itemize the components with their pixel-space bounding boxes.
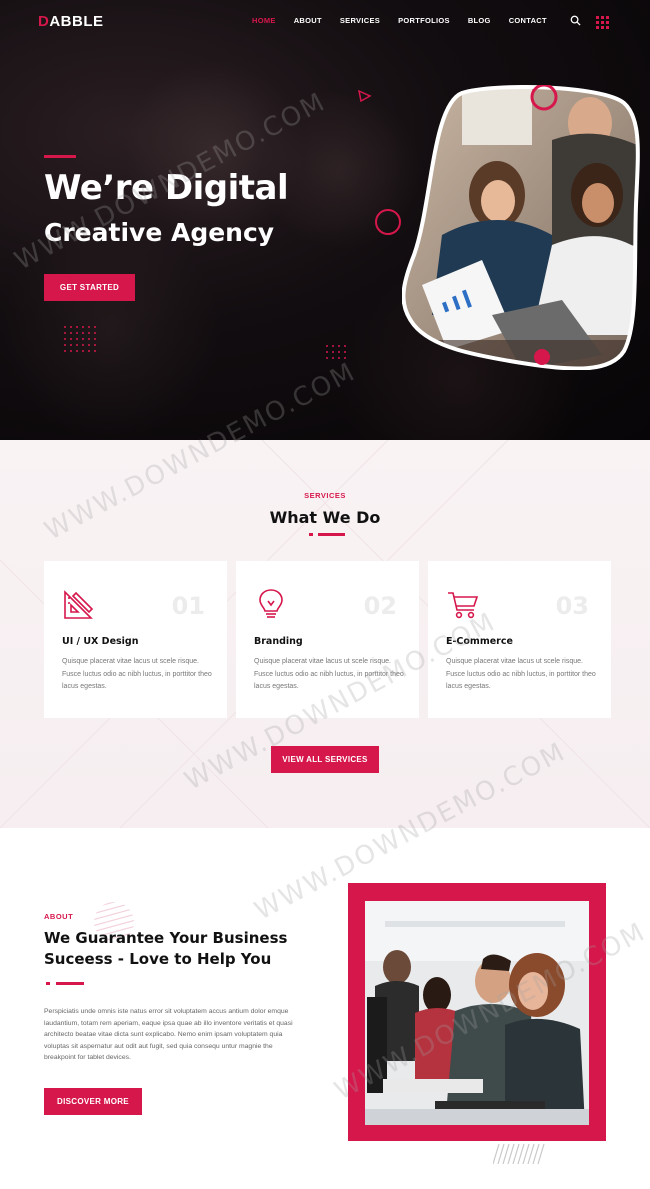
- search-icon[interactable]: [570, 15, 581, 26]
- service-card[interactable]: 03 E-Commerce Quisque placerat vitae lac…: [428, 561, 611, 718]
- nav-item-portfolios[interactable]: PORTFOLIOS: [398, 16, 450, 25]
- discover-more-button[interactable]: DISCOVER MORE: [44, 1088, 142, 1115]
- hero-subtitle: Creative Agency: [44, 218, 275, 247]
- hero-team-photo: [402, 85, 640, 370]
- card-title: E-Commerce: [446, 636, 513, 647]
- shopping-cart-icon: [448, 592, 479, 619]
- view-all-services-button[interactable]: VIEW ALL SERVICES: [271, 746, 379, 773]
- design-tools-icon: [64, 590, 94, 619]
- nav-item-contact[interactable]: CONTACT: [509, 16, 547, 25]
- service-card[interactable]: 02 Branding Quisque placerat vitae lacus…: [236, 561, 419, 718]
- nav-item-home[interactable]: HOME: [252, 16, 276, 25]
- top-navbar: DABBLE HOME ABOUT SERVICES PORTFOLIOS BL…: [0, 0, 650, 44]
- title-underline-dot: [309, 533, 313, 536]
- about-paragraph: Perspiciatis unde omnis iste natus error…: [44, 1008, 293, 1061]
- hero-section: DABBLE HOME ABOUT SERVICES PORTFOLIOS BL…: [0, 0, 650, 440]
- card-description: Quisque placerat vitae lacus ut scele ri…: [254, 658, 404, 690]
- title-underline: [56, 982, 84, 985]
- dot-grid-decoration: [64, 326, 96, 352]
- main-menu: HOME ABOUT SERVICES PORTFOLIOS BLOG CONT…: [252, 16, 547, 25]
- card-number: 03: [555, 592, 589, 620]
- lightbulb-icon: [259, 589, 283, 618]
- nav-item-blog[interactable]: BLOG: [468, 16, 491, 25]
- striped-pattern-decoration: [493, 1144, 545, 1164]
- card-title: Branding: [254, 636, 303, 647]
- section-title: What We Do: [269, 508, 381, 527]
- logo-mark: D: [38, 13, 50, 30]
- circle-outline-shape: [375, 209, 401, 235]
- nav-item-about[interactable]: ABOUT: [294, 16, 322, 25]
- hero-accent-line: [44, 155, 76, 158]
- card-description: Quisque placerat vitae lacus ut scele ri…: [446, 658, 596, 690]
- site-logo[interactable]: DABBLE: [38, 13, 104, 30]
- section-title: We Guarantee Your Business Suceess - Lov…: [44, 929, 288, 968]
- dot-grid-decoration: [326, 345, 346, 359]
- get-started-button[interactable]: GET STARTED: [44, 274, 135, 301]
- card-number: 01: [171, 592, 205, 620]
- services-section: SERVICES What We Do 01 UI / UX Design Qu…: [0, 440, 650, 828]
- title-underline-dot: [46, 982, 50, 985]
- grid-menu-icon[interactable]: [596, 16, 609, 29]
- section-eyebrow: SERVICES: [304, 491, 346, 500]
- triangle-outline-icon: [357, 89, 372, 103]
- service-card[interactable]: 01 UI / UX Design Quisque placerat vitae…: [44, 561, 227, 718]
- nav-item-services[interactable]: SERVICES: [340, 16, 380, 25]
- card-description: Quisque placerat vitae lacus ut scele ri…: [62, 658, 212, 690]
- card-number: 02: [363, 592, 397, 620]
- hero-title: We’re Digital: [44, 168, 289, 208]
- logo-text: ABBLE: [49, 13, 104, 30]
- title-underline: [318, 533, 345, 536]
- section-eyebrow: ABOUT: [44, 912, 74, 921]
- about-team-photo: [365, 901, 589, 1125]
- about-section: ABOUT We Guarantee Your Business Suceess…: [0, 828, 650, 1189]
- card-title: UI / UX Design: [62, 636, 139, 647]
